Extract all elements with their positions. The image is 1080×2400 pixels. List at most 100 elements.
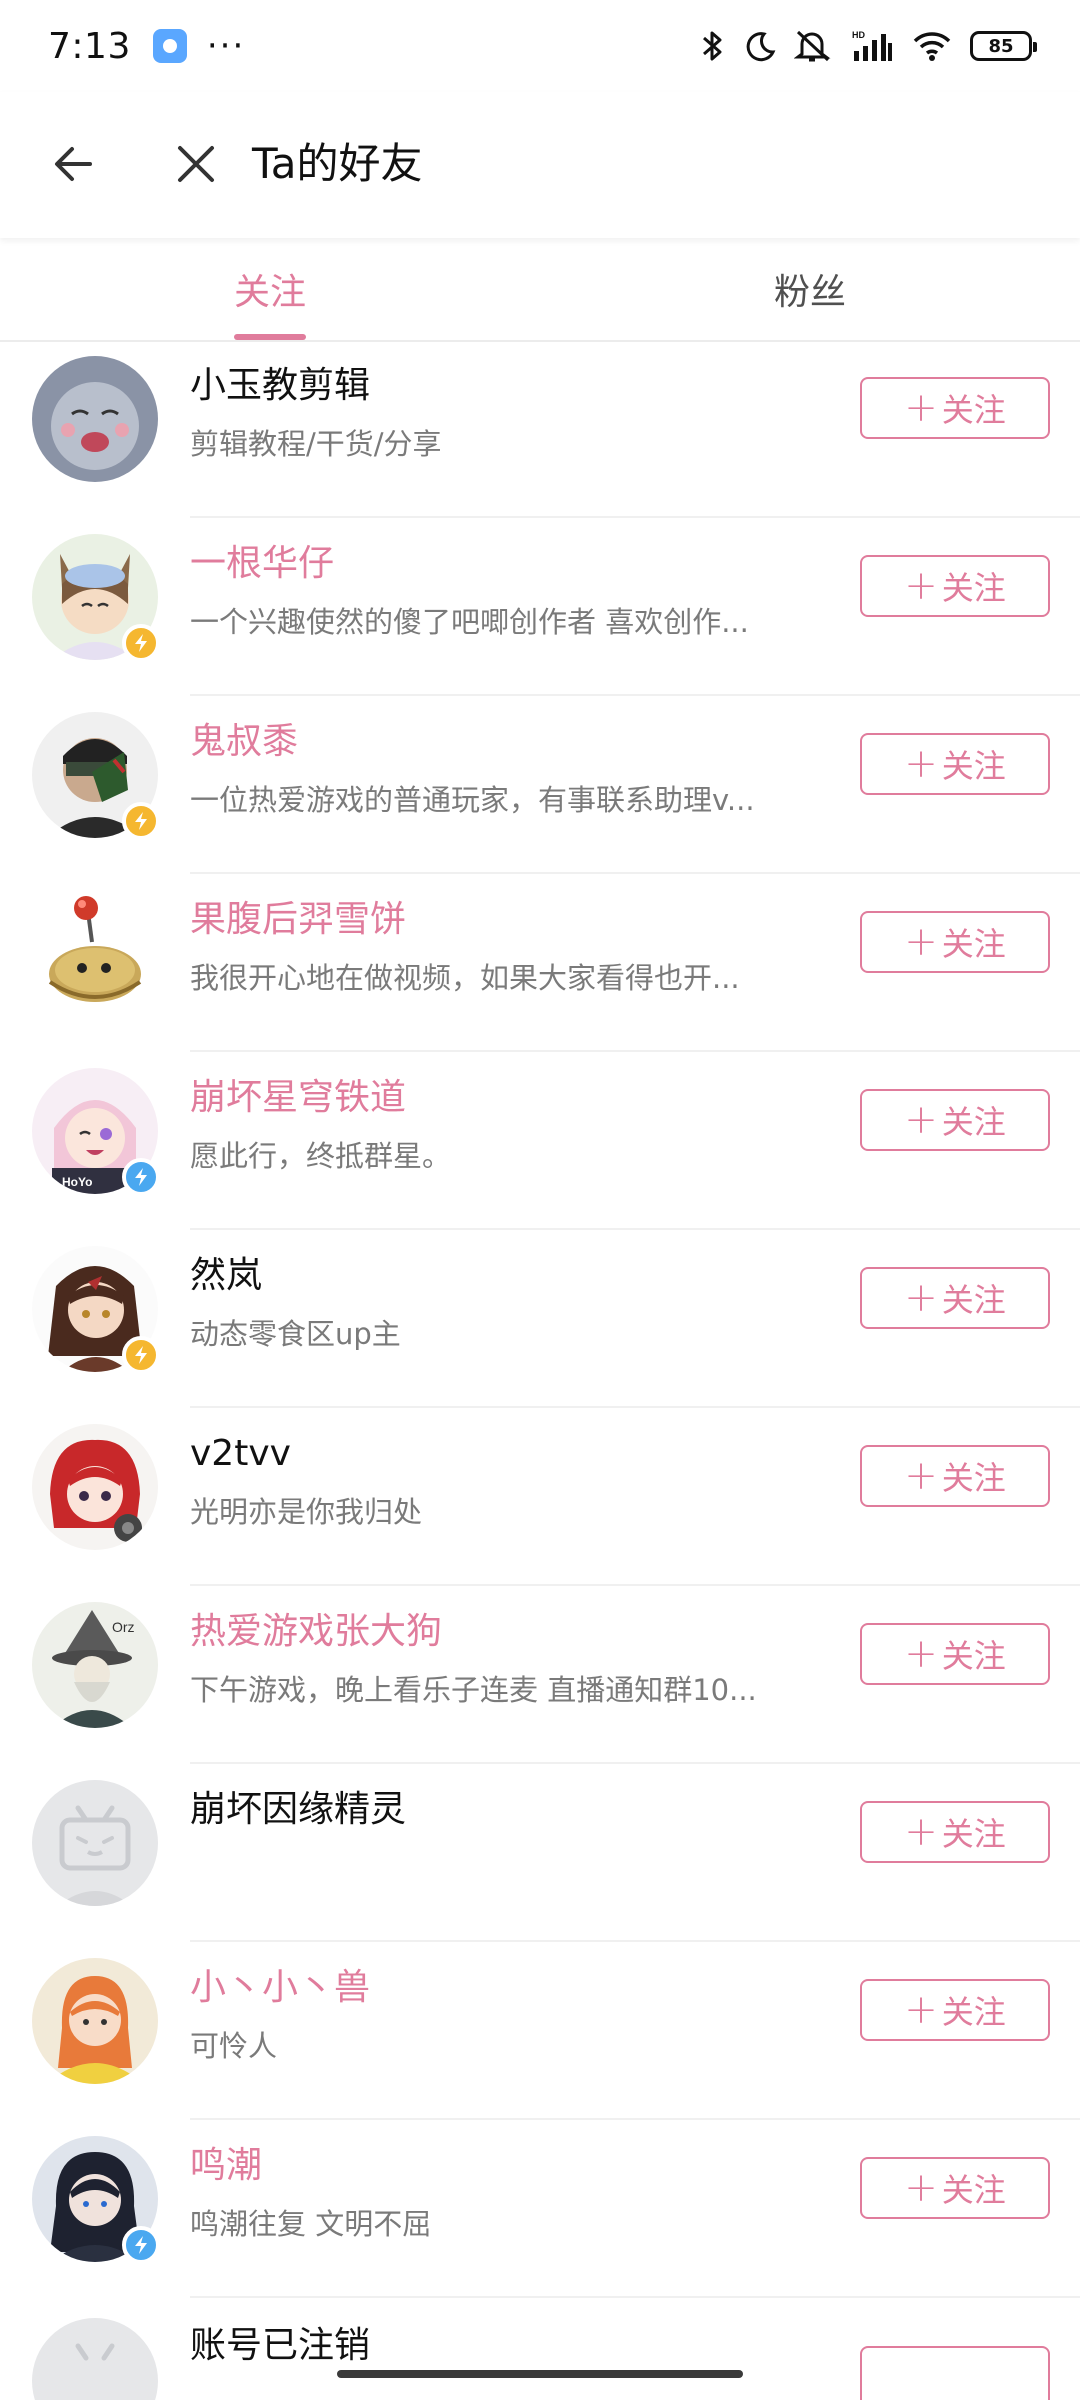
- follow-label: 关注: [941, 1993, 1006, 2031]
- follow-button[interactable]: + 关注: [860, 1089, 1050, 1151]
- back-arrow-icon: [55, 147, 92, 181]
- user-row[interactable]: 鸣潮 鸣潮往复 文明不屈 + 关注: [0, 2120, 1080, 2298]
- badge-blue: [122, 2226, 160, 2264]
- user-name: 果腹后羿雪饼: [190, 899, 407, 940]
- svg-text:HoYo: HoYo: [62, 1175, 92, 1189]
- home-indicator[interactable]: [337, 2370, 743, 2378]
- plus-icon: +: [904, 2165, 938, 2211]
- user-name: 鸣潮: [190, 2145, 263, 2186]
- follow-label: 关注: [941, 1815, 1006, 1853]
- user-info: 鬼叔黍 一位热爱游戏的普通玩家，有事联系助理v...: [190, 718, 810, 820]
- tab-following[interactable]: 关注: [0, 238, 540, 340]
- user-info: 小玉教剪辑 剪辑教程/干货/分享: [190, 362, 810, 464]
- user-info: 一根华仔 一个兴趣使然的傻了吧唧创作者 喜欢创作...: [190, 540, 810, 642]
- status-icons: HD 85: [700, 28, 1037, 64]
- more-notifications-icon: ···: [206, 26, 246, 66]
- user-info: 崩坏因缘精灵: [190, 1786, 810, 1848]
- user-info: 鸣潮 鸣潮往复 文明不屈: [190, 2142, 810, 2244]
- avatar-container: [32, 534, 160, 662]
- moon-icon: [744, 30, 776, 62]
- follow-button[interactable]: + 关注: [860, 1267, 1050, 1329]
- user-row[interactable]: 崩坏因缘精灵 + 关注: [0, 1764, 1080, 1942]
- user-signature: 我很开心地在做视频，如果大家看得也开...: [190, 961, 740, 995]
- user-name: 账号已注销: [190, 2325, 371, 2366]
- follow-button[interactable]: + 关注: [860, 1801, 1050, 1863]
- avatar[interactable]: [32, 890, 158, 1016]
- follow-button[interactable]: + 关注: [860, 555, 1050, 617]
- user-signature: 下午游戏，晚上看乐子连麦 直播通知群10...: [190, 1673, 757, 1707]
- user-row[interactable]: 鬼叔黍 一位热爱游戏的普通玩家，有事联系助理v... + 关注: [0, 696, 1080, 874]
- user-info: v2tvv 光明亦是你我归处: [190, 1430, 810, 1532]
- user-name: 崩坏因缘精灵: [190, 1789, 407, 1830]
- avatar-container: [32, 2136, 160, 2264]
- follow-button[interactable]: [860, 2346, 1050, 2400]
- follow-button[interactable]: + 关注: [860, 377, 1050, 439]
- user-signature: 愿此行，终抵群星。: [190, 1139, 452, 1173]
- follow-button[interactable]: + 关注: [860, 733, 1050, 795]
- user-name: 热爱游戏张大狗: [190, 1611, 443, 1652]
- user-name: 一根华仔: [190, 543, 335, 584]
- follow-button[interactable]: + 关注: [860, 1623, 1050, 1685]
- follow-button[interactable]: + 关注: [860, 911, 1050, 973]
- lightning-icon: [135, 2236, 147, 2254]
- badge-yellow: [122, 1336, 160, 1374]
- user-row[interactable]: v2tvv 光明亦是你我归处 + 关注: [0, 1408, 1080, 1586]
- plus-icon: +: [904, 1097, 938, 1143]
- tab-fans[interactable]: 粉丝: [540, 238, 1080, 340]
- user-row[interactable]: 然岚 动态零食区up主 + 关注: [0, 1230, 1080, 1408]
- user-info: 热爱游戏张大狗 下午游戏，晚上看乐子连麦 直播通知群10...: [190, 1608, 810, 1710]
- header-bar: Ta的好友: [0, 92, 1080, 238]
- follow-button[interactable]: + 关注: [860, 1979, 1050, 2041]
- bluetooth-icon: [700, 28, 726, 64]
- user-list: 小玉教剪辑 剪辑教程/干货/分享 + 关注 一根华仔 一个兴趣使然的傻了吧唧创作者…: [0, 340, 1080, 2400]
- plus-icon: +: [904, 1809, 938, 1855]
- user-name: 小丶小丶兽: [190, 1967, 371, 2008]
- user-row[interactable]: HoYo 崩坏星穹铁道 愿此行，终抵群星。 + 关注: [0, 1052, 1080, 1230]
- avatar[interactable]: Orz: [32, 1602, 158, 1728]
- status-time: 7:13: [48, 25, 131, 67]
- signal-icon: HD: [852, 29, 894, 63]
- avatar[interactable]: [32, 356, 158, 482]
- user-info: 果腹后羿雪饼 我很开心地在做视频，如果大家看得也开...: [190, 896, 810, 998]
- avatar[interactable]: [32, 1958, 158, 2084]
- follow-label: 关注: [941, 569, 1006, 607]
- follow-label: 关注: [941, 1281, 1006, 1319]
- user-name: 鬼叔黍: [190, 721, 299, 762]
- user-signature: 动态零食区up主: [190, 1317, 401, 1351]
- user-row[interactable]: 小丶小丶兽 可怜人 + 关注: [0, 1942, 1080, 2120]
- user-row[interactable]: Orz 热爱游戏张大狗 下午游戏，晚上看乐子连麦 直播通知群10... + 关注: [0, 1586, 1080, 1764]
- plus-icon: +: [904, 1631, 938, 1677]
- user-row[interactable]: 一根华仔 一个兴趣使然的傻了吧唧创作者 喜欢创作... + 关注: [0, 518, 1080, 696]
- user-row-partial[interactable]: 账号已注销: [0, 2298, 1080, 2400]
- badge-blue: [122, 1158, 160, 1196]
- follow-button[interactable]: + 关注: [860, 1445, 1050, 1507]
- user-name: v2tvv: [190, 1433, 291, 1474]
- wifi-icon: [912, 30, 952, 62]
- default-avatar[interactable]: [32, 1780, 158, 1906]
- notification-app-icon: [152, 29, 187, 63]
- follow-label: 关注: [941, 2171, 1006, 2209]
- close-button[interactable]: [168, 136, 224, 192]
- plus-icon: +: [904, 1987, 938, 2033]
- badge-yellow: [122, 624, 160, 662]
- plus-icon: +: [904, 741, 938, 787]
- user-row[interactable]: 果腹后羿雪饼 我很开心地在做视频，如果大家看得也开... + 关注: [0, 874, 1080, 1052]
- avatar[interactable]: [32, 1424, 158, 1550]
- plus-icon: +: [904, 385, 938, 431]
- tab-label: 关注: [233, 272, 306, 313]
- follow-button[interactable]: + 关注: [860, 2157, 1050, 2219]
- user-signature: 鸣潮往复 文明不屈: [190, 2207, 432, 2241]
- svg-text:HD: HD: [852, 30, 865, 40]
- default-avatar[interactable]: [32, 2318, 158, 2400]
- back-button[interactable]: [46, 136, 102, 192]
- page-title: Ta的好友: [252, 139, 423, 188]
- user-row[interactable]: 小玉教剪辑 剪辑教程/干货/分享 + 关注: [0, 340, 1080, 518]
- user-info: 崩坏星穹铁道 愿此行，终抵群星。: [190, 1074, 810, 1176]
- screen: 7:13 ··· HD 85 Ta的好友 关注 粉丝 小玉教剪辑 剪辑教程/干货…: [0, 0, 1080, 2400]
- user-info: 然岚 动态零食区up主: [190, 1252, 810, 1354]
- follow-label: 关注: [941, 1637, 1006, 1675]
- user-name: 然岚: [190, 1255, 263, 1296]
- user-name: 崩坏星穹铁道: [190, 1077, 407, 1118]
- avatar-container: [32, 890, 158, 1016]
- avatar-container: [32, 712, 160, 840]
